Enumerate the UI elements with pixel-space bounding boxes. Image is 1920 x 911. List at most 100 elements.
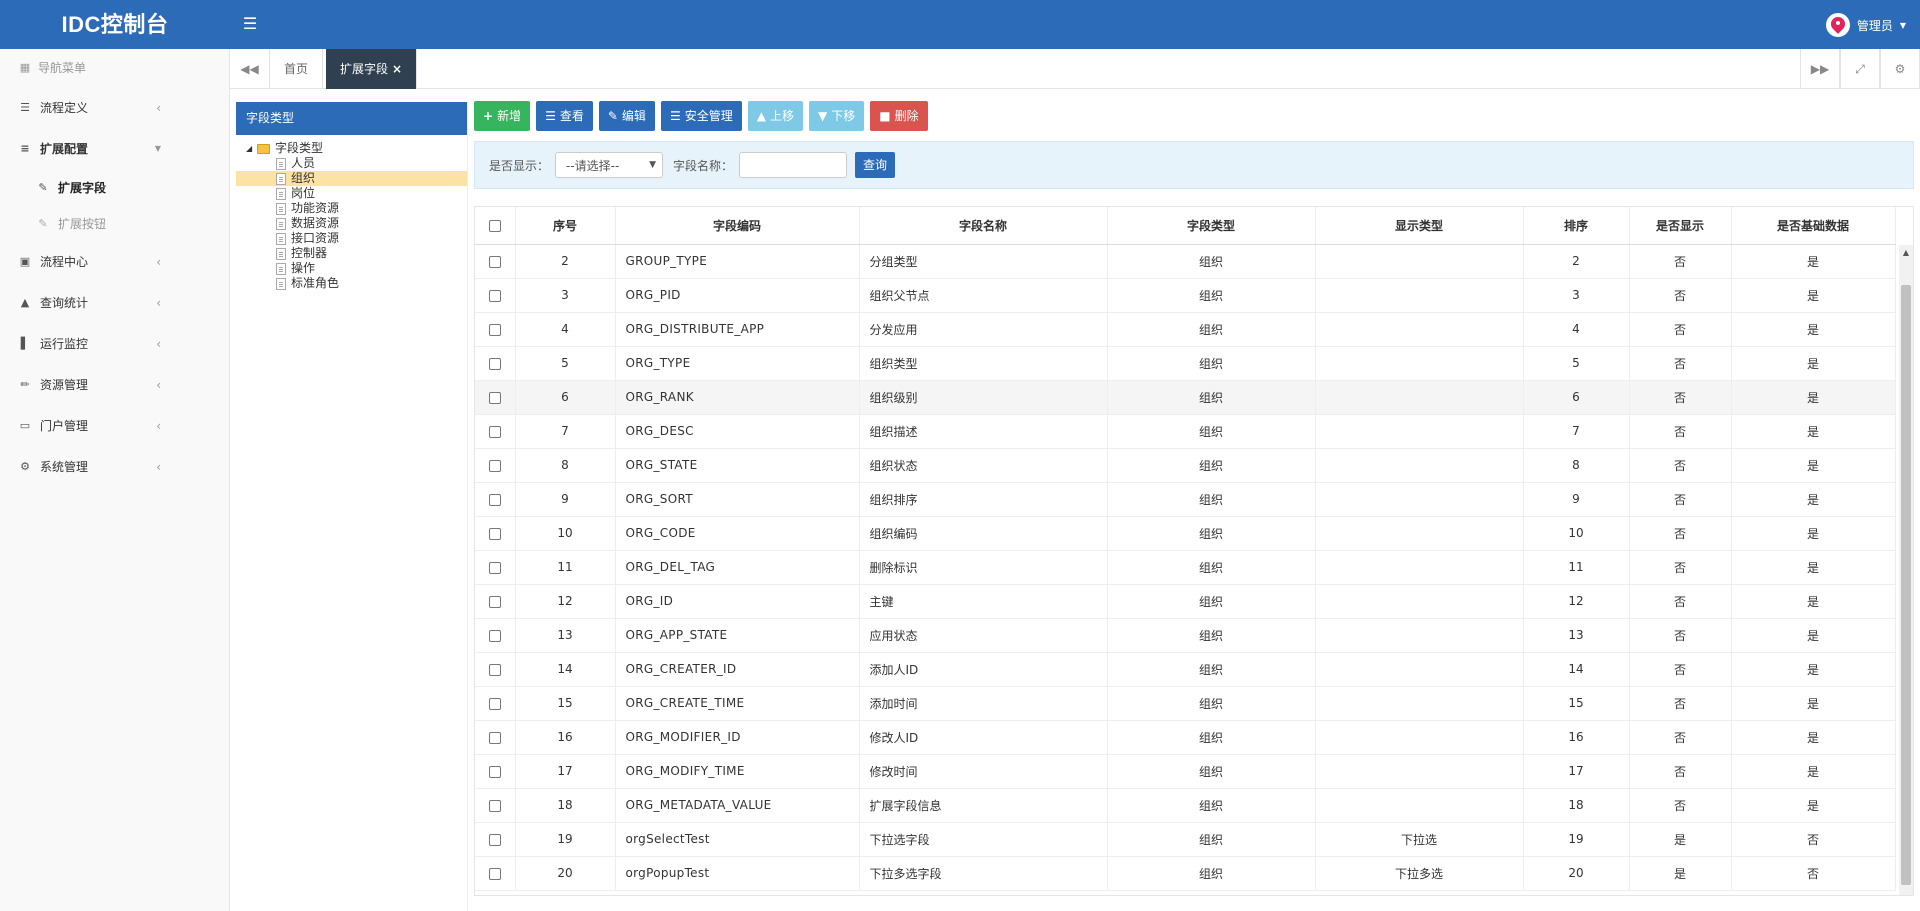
select-all-cell <box>475 207 516 245</box>
tree-node[interactable]: 人员 <box>236 156 467 171</box>
row-checkbox[interactable] <box>488 833 501 846</box>
edit-button[interactable]: ✎ 编辑 <box>598 101 655 131</box>
row-checkbox[interactable] <box>488 595 501 608</box>
security-management-button[interactable]: ☰ 安全管理 <box>660 101 742 131</box>
tree-node[interactable]: 控制器 <box>236 246 467 261</box>
column-header[interactable]: 显示类型 <box>1315 207 1524 245</box>
tree-node[interactable]: 标准角色 <box>236 276 467 291</box>
show-filter-select[interactable]: --请选择-- ▼ <box>555 152 664 178</box>
row-checkbox[interactable] <box>488 867 501 880</box>
column-header[interactable]: 排序 <box>1523 207 1630 245</box>
row-checkbox[interactable] <box>488 629 501 642</box>
sidebar-item-query-stats[interactable]: ▲ 查询统计 ‹ <box>0 282 229 323</box>
row-checkbox[interactable] <box>488 425 501 438</box>
table-cell: 组织类型 <box>859 346 1108 381</box>
add-button[interactable]: + 新增 <box>474 101 531 131</box>
scroll-tabs-right-button[interactable]: ▶▶ <box>1800 49 1840 89</box>
row-checkbox[interactable] <box>488 527 501 540</box>
table-row[interactable]: 2 GROUP_TYPE 分组类型 组织 2 否是 <box>475 244 1896 279</box>
table-row[interactable]: 9 ORG_SORT 组织排序 组织 9 否是 <box>475 482 1896 517</box>
sidebar-item-extension-config[interactable]: ≡ 扩展配置 ▼ <box>0 128 229 169</box>
tree-node[interactable]: 数据资源 <box>236 216 467 231</box>
tree-node[interactable]: 岗位 <box>236 186 467 201</box>
row-checkbox[interactable] <box>488 255 501 268</box>
column-header[interactable]: 是否基础数据 <box>1731 207 1896 245</box>
row-checkbox[interactable] <box>488 697 501 710</box>
row-checkbox[interactable] <box>488 459 501 472</box>
sidebar-item-process-center[interactable]: ▣ 流程中心 ‹ <box>0 241 229 282</box>
sidebar-item-resource-management[interactable]: ✏ 资源管理 ‹ <box>0 364 229 405</box>
sidebar-item-process-definition[interactable]: ☰ 流程定义 ‹ <box>0 87 229 128</box>
table-row[interactable]: 6 ORG_RANK 组织级别 组织 6 否是 <box>475 380 1896 415</box>
row-checkbox[interactable] <box>488 391 501 404</box>
row-checkbox[interactable] <box>488 561 501 574</box>
sidebar-subitem-extension-button[interactable]: ✎ 扩展按钮 <box>0 205 229 241</box>
delete-button[interactable]: ■ 删除 <box>870 101 928 131</box>
move-up-button[interactable]: ▲ 上移 <box>747 101 803 131</box>
column-header[interactable]: 是否显示 <box>1629 207 1732 245</box>
table-cell: 否 <box>1629 652 1732 687</box>
table-cell <box>1315 448 1524 483</box>
sidebar-item-portal-management[interactable]: ▭ 门户管理 ‹ <box>0 405 229 446</box>
table-row[interactable]: 15 ORG_CREATE_TIME 添加时间 组织 15 否是 <box>475 686 1896 721</box>
table-row[interactable]: 16 ORG_MODIFIER_ID 修改人ID 组织 16 否是 <box>475 720 1896 755</box>
table-row[interactable]: 18 ORG_METADATA_VALUE 扩展字段信息 组织 18 否是 <box>475 788 1896 823</box>
sidebar-item-system-management[interactable]: ⚙ 系统管理 ‹ <box>0 446 229 487</box>
table-row[interactable]: 4 ORG_DISTRIBUTE_APP 分发应用 组织 4 否是 <box>475 312 1896 347</box>
row-checkbox[interactable] <box>488 493 501 506</box>
column-header[interactable]: 字段编码 <box>615 207 860 245</box>
table-row[interactable]: 20 orgPopupTest 下拉多选字段 组织 下拉多选 20 是否 <box>475 856 1896 891</box>
user-menu[interactable]: 管理员 ▼ <box>1825 12 1906 38</box>
row-checkbox[interactable] <box>488 765 501 778</box>
column-header[interactable]: 字段类型 <box>1107 207 1316 245</box>
table-row[interactable]: 14 ORG_CREATER_ID 添加人ID 组织 14 否是 <box>475 652 1896 687</box>
table-row[interactable]: 8 ORG_STATE 组织状态 组织 8 否是 <box>475 448 1896 483</box>
table-cell: 6 <box>515 380 616 415</box>
tree-node-root[interactable]: ◢ 字段类型 <box>236 141 467 156</box>
table-row[interactable]: 11 ORG_DEL_TAG 删除标识 组织 11 否是 <box>475 550 1896 585</box>
gear-icon[interactable]: ⚙ <box>1880 49 1920 89</box>
table-scrollbar[interactable]: ▲ <box>1899 245 1913 895</box>
scroll-up-icon[interactable]: ▲ <box>1899 245 1913 261</box>
scroll-thumb[interactable] <box>1901 285 1911 885</box>
tree-node[interactable]: 接口资源 <box>236 231 467 246</box>
row-checkbox[interactable] <box>488 663 501 676</box>
column-header[interactable]: 序号 <box>515 207 616 245</box>
table-row[interactable]: 5 ORG_TYPE 组织类型 组织 5 否是 <box>475 346 1896 381</box>
select-all-checkbox[interactable] <box>488 219 501 232</box>
tab-extension-field[interactable]: 扩展字段 × <box>326 49 418 89</box>
tree-node[interactable]: 功能资源 <box>236 201 467 216</box>
row-checkbox[interactable] <box>488 357 501 370</box>
table-row[interactable]: 10 ORG_CODE 组织编码 组织 10 否是 <box>475 516 1896 551</box>
scroll-tabs-left-button[interactable]: ◀◀ <box>230 49 270 89</box>
table-cell <box>1315 482 1524 517</box>
field-name-label: 字段名称： <box>673 158 734 173</box>
tree-node[interactable]: 操作 <box>236 261 467 276</box>
query-button[interactable]: 查询 <box>855 152 896 178</box>
table-row[interactable]: 3 ORG_PID 组织父节点 组织 3 否是 <box>475 278 1896 313</box>
sidebar-subitem-extension-field[interactable]: ✎ 扩展字段 <box>0 169 229 205</box>
table-row[interactable]: 12 ORG_ID 主键 组织 12 否是 <box>475 584 1896 619</box>
tree-node-label: 接口资源 <box>291 231 340 245</box>
table-row[interactable]: 13 ORG_APP_STATE 应用状态 组织 13 否是 <box>475 618 1896 653</box>
hamburger-menu-icon[interactable]: ☰ <box>238 12 262 36</box>
field-name-input[interactable] <box>739 152 848 178</box>
row-checkbox[interactable] <box>488 289 501 302</box>
file-icon <box>276 277 286 290</box>
fullscreen-icon[interactable]: ⤢ <box>1840 49 1880 89</box>
table-row[interactable]: 17 ORG_MODIFY_TIME 修改时间 组织 17 否是 <box>475 754 1896 789</box>
tree-node-selected[interactable]: 组织 <box>236 171 467 186</box>
view-button[interactable]: ☰ 查看 <box>536 101 593 131</box>
row-checkbox[interactable] <box>488 323 501 336</box>
row-checkbox[interactable] <box>488 799 501 812</box>
move-down-button[interactable]: ▼ 下移 <box>808 101 865 131</box>
sidebar-item-label: 资源管理 <box>40 378 89 392</box>
tab-home[interactable]: 首页 <box>270 49 324 89</box>
sidebar-item-run-monitor[interactable]: ▌ 运行监控 ‹ <box>0 323 229 364</box>
tree-expand-icon[interactable]: ◢ <box>246 141 254 156</box>
column-header[interactable]: 字段名称 <box>859 207 1108 245</box>
close-icon[interactable]: × <box>392 62 402 76</box>
table-row[interactable]: 19 orgSelectTest 下拉选字段 组织 下拉选 19 是否 <box>475 822 1896 857</box>
row-checkbox[interactable] <box>488 731 501 744</box>
table-row[interactable]: 7 ORG_DESC 组织描述 组织 7 否是 <box>475 414 1896 449</box>
